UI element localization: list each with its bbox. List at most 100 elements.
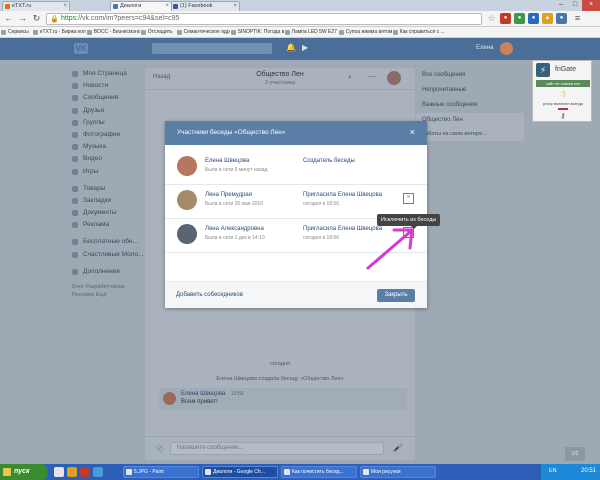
search-icon[interactable]: ⌕ — [348, 74, 352, 82]
more-icon[interactable]: ⋯ — [368, 72, 376, 81]
menu-unread[interactable]: Непрочитанные — [416, 83, 524, 98]
bookmark-item[interactable]: Как справиться с ... — [392, 27, 446, 37]
quick-launch-icon[interactable] — [67, 467, 77, 477]
nav-item-bookmarks[interactable]: Закладки — [72, 195, 154, 207]
close-tab-icon[interactable]: × — [233, 2, 237, 11]
avatar[interactable] — [177, 224, 197, 244]
nav-footer-links[interactable]: Реклама Ещё — [72, 291, 154, 299]
quick-launch-icon[interactable] — [54, 467, 64, 477]
avatar[interactable] — [163, 392, 176, 405]
dialog-header: Назад Общество Лен 3 участника ⌕ ⋯ — [145, 68, 415, 90]
avatar[interactable] — [177, 156, 197, 176]
extension-warning-icon[interactable]: ▲ — [542, 13, 553, 24]
nav-item-music[interactable]: Музыка — [72, 141, 154, 153]
quick-launch-icon[interactable] — [80, 467, 90, 477]
modal-header: Участники беседы «Общество Лен» × — [165, 121, 427, 145]
taskbar-item-chrome[interactable]: Диалоги - Google Ch... — [202, 466, 278, 478]
nav-item-friends[interactable]: Друзья — [72, 105, 154, 117]
maximize-icon[interactable]: □ — [568, 0, 582, 11]
close-button[interactable]: Закрыть — [377, 289, 415, 302]
play-icon[interactable]: ▶ — [302, 43, 308, 52]
nav-item-my-page[interactable]: Моя Страница — [72, 68, 154, 80]
browser-tab-etxt[interactable]: eTXT.ru × — [2, 1, 70, 11]
minimize-icon[interactable]: – — [554, 0, 568, 11]
browser-tab-facebook[interactable]: (1) Facebook × — [170, 1, 240, 11]
bookmark-star-icon[interactable]: ☆ — [486, 13, 497, 24]
extension-vk-icon[interactable]: ● — [556, 13, 567, 24]
key-icon[interactable]: ⚷ — [533, 112, 593, 120]
nav-item-news[interactable]: Новости — [72, 80, 154, 92]
attach-icon[interactable]: 📎 — [155, 444, 165, 453]
close-window-icon[interactable]: × — [582, 0, 600, 11]
bookmark-item[interactable]: Супоа жжима вятом ... — [338, 27, 392, 37]
bookmark-item[interactable]: Сервисы — [0, 27, 32, 37]
taskbar-item-article[interactable]: Как почистить бесед... — [281, 466, 357, 478]
start-button[interactable]: пуск — [0, 464, 48, 480]
message-author[interactable]: Елена Швецова — [181, 391, 225, 397]
nav-item-extras[interactable]: Дополнения — [72, 266, 154, 278]
extension-blue-icon[interactable]: ● — [528, 13, 539, 24]
bookmark-item[interactable]: Отсладить — [140, 27, 176, 37]
nav-item-app-1[interactable]: Бесплатные обн... — [72, 236, 154, 248]
extension-adblock-icon[interactable]: ● — [500, 13, 511, 24]
page-indicator[interactable]: 1/2 — [565, 447, 585, 461]
message-row[interactable]: Елена Швецова 19:56 Всем привет! — [159, 388, 407, 410]
frigate-widget[interactable]: ⚡ friGate сайт не списке нет :) proxy вк… — [532, 60, 592, 122]
url-scheme: https:// — [61, 15, 83, 22]
member-last-seen: Была в сети 6 минут назад — [205, 167, 268, 173]
menu-icon[interactable]: ≡ — [572, 13, 583, 24]
nav-item-documents[interactable]: Документы — [72, 207, 154, 219]
bell-icon[interactable]: 🔔 — [286, 43, 296, 52]
nav-item-app-2[interactable]: Счастливые Моло... — [72, 249, 154, 261]
nav-item-games[interactable]: Игры — [72, 166, 154, 178]
message-input[interactable]: Напишите сообщение... — [170, 442, 384, 455]
menu-chat-current[interactable]: Общество Лен — [416, 113, 524, 128]
bookmark-item[interactable]: SINOPTIK: Погода в ... — [230, 27, 284, 37]
taskbar-item-folder[interactable]: Мои рисунки — [360, 466, 436, 478]
nav-item-video[interactable]: Видео — [72, 153, 154, 165]
close-icon[interactable]: × — [410, 126, 415, 138]
bookmark-item[interactable]: Лампа LED 5W E27 ... — [284, 27, 338, 37]
nav-item-ads[interactable]: Реклама — [72, 219, 154, 231]
close-tab-icon[interactable]: × — [165, 2, 169, 11]
quick-launch-icon[interactable] — [93, 467, 103, 477]
frigate-logo-icon: ⚡ — [536, 63, 550, 77]
system-tray: EN 20:51 — [540, 464, 600, 480]
member-name[interactable]: Лена Премудрая — [205, 192, 252, 198]
avatar[interactable] — [500, 42, 513, 55]
bookmark-item[interactable]: BOCC - Бизнесмэнов ... — [86, 27, 140, 37]
reload-icon[interactable]: ↻ — [31, 13, 42, 24]
menu-chat-other[interactable]: Заботы на свою интере... — [416, 128, 524, 141]
clock[interactable]: 20:51 — [581, 468, 596, 474]
microphone-icon[interactable]: 🎤 — [393, 443, 403, 452]
language-indicator[interactable]: EN — [549, 468, 557, 474]
nav-item-messages[interactable]: Сообщения — [72, 92, 154, 104]
address-bar[interactable]: 🔒 https://vk.com/im?peers=c94&sel=c95 — [46, 13, 482, 25]
remove-member-button[interactable]: × — [403, 193, 414, 204]
bookmark-item[interactable]: Семантическое ядро ... — [176, 27, 230, 37]
extension-green-icon[interactable]: ● — [514, 13, 525, 24]
message-text: Всем привет! — [181, 399, 218, 405]
chat-avatar[interactable] — [387, 71, 401, 85]
member-name[interactable]: Елена Швецова — [205, 158, 249, 164]
url-path: vk.com/im?peers=c94&sel=c95 — [82, 15, 180, 22]
vk-search-input[interactable] — [152, 43, 272, 54]
nav-item-groups[interactable]: Группы — [72, 117, 154, 129]
member-invited-by[interactable]: Пригласила Елена Швецова — [303, 192, 382, 198]
vk-logo[interactable]: VK — [74, 43, 88, 54]
menu-all-messages[interactable]: Все сообщения — [416, 68, 524, 83]
browser-tab-dialogs[interactable]: Диалоги × — [110, 1, 172, 11]
close-tab-icon[interactable]: × — [63, 2, 67, 11]
nav-footer-links[interactable]: Блог Разработчикам — [72, 283, 154, 291]
nav-item-photos[interactable]: Фотографии — [72, 129, 154, 141]
menu-important[interactable]: Важные сообщения — [416, 98, 524, 113]
nav-item-goods[interactable]: Товары — [72, 183, 154, 195]
avatar[interactable] — [177, 190, 197, 210]
user-name[interactable]: Елена — [476, 45, 494, 51]
taskbar-item-paint[interactable]: 5.JPG - Paint — [123, 466, 199, 478]
bookmark-item[interactable]: eTXT.ru - Биржа копи... — [32, 27, 86, 37]
forward-arrow-icon[interactable]: → — [17, 13, 28, 24]
back-arrow-icon[interactable]: ← — [3, 13, 14, 24]
member-name[interactable]: Лена Александровна — [205, 226, 264, 232]
add-members-link[interactable]: Добавить собеседников — [176, 292, 243, 298]
